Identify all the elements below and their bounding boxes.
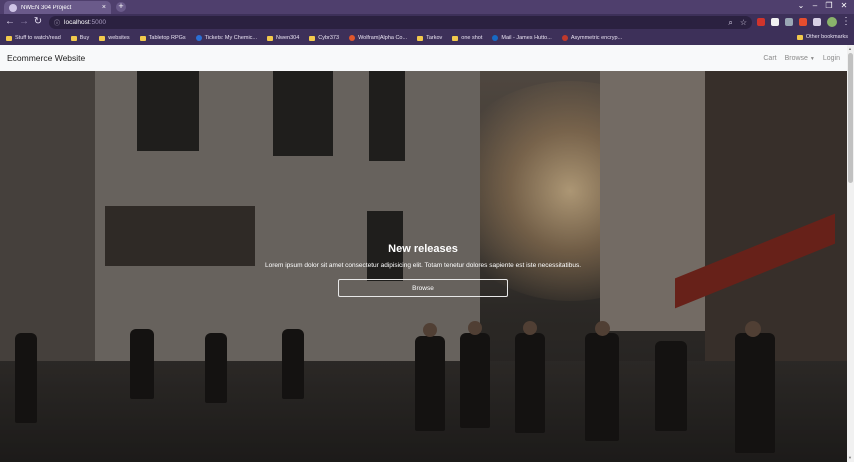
wolfram-icon [349,35,356,41]
minimize-icon[interactable]: – [808,1,822,10]
info-icon[interactable]: ⓘ [54,18,60,27]
tab-title: NWEN 304 Project [21,4,72,11]
folder-icon [6,35,12,41]
extension-icon[interactable] [785,18,793,26]
reload-icon[interactable]: ↻ [32,16,44,27]
extension-icon[interactable] [771,18,779,26]
address-bar[interactable]: ⓘ localhost:5000 ⌕ ☆ [49,16,752,29]
other-bookmarks[interactable]: Other bookmarks [796,34,848,40]
mail-icon [492,35,499,41]
caret-down-icon: ▼ [809,55,815,62]
hero-title: New releases [388,243,458,255]
bookmark-item[interactable]: Tickets: My Chemic... [195,35,257,41]
bookmark-item[interactable]: Nwen304 [267,35,299,41]
nav-browse-dropdown[interactable]: Browse ▼ [785,55,815,62]
tab-strip: NWEN 304 Project × + ⌄ – ❐ ✕ [0,0,854,14]
bookmark-item[interactable]: Buy [70,35,89,41]
restore-icon[interactable]: ❐ [822,1,836,10]
menu-icon[interactable]: ⋮ [840,16,852,27]
browse-button[interactable]: Browse [338,279,508,297]
bookmark-item[interactable]: Asymmetric encryp... [561,35,622,41]
folder-icon [139,35,146,41]
hero-content: New releases Lorem ipsum dolor sit amet … [260,243,586,297]
bookmark-item[interactable]: Stuff to watch/read [6,35,61,41]
folder-icon [452,35,459,41]
extension-icon[interactable] [757,18,765,26]
scroll-up-icon[interactable]: ▲ [848,46,852,51]
new-tab-button[interactable]: + [116,2,126,12]
puzzle-icon[interactable] [813,18,821,26]
folder-icon [99,35,106,41]
bookmark-item[interactable]: Wolfram|Alpha Co... [349,35,407,41]
forward-icon[interactable]: → [18,16,30,27]
scrollbar-thumb[interactable] [848,53,853,183]
url-text: localhost:5000 [64,19,106,26]
folder-icon [417,35,424,41]
bookmark-item[interactable]: Cybr373 [309,35,339,41]
nav-login-link[interactable]: Login [823,55,840,62]
page-scrollbar[interactable]: ▲ ▼ [847,45,854,462]
chevron-down-icon[interactable]: ⌄ [794,1,808,10]
browser-tab[interactable]: NWEN 304 Project × [4,1,111,14]
folder-icon [267,35,274,41]
bookmarks-bar: Stuff to watch/read Buy websites Tableto… [0,31,854,45]
hero-description: Lorem ipsum dolor sit amet consectetur a… [264,262,581,269]
bookmark-page-icon [561,35,568,41]
zoom-icon[interactable]: ⌕ [728,18,732,28]
browser-toolbar: ← → ↻ ⓘ localhost:5000 ⌕ ☆ ⋮ [0,14,854,31]
site-navbar: Ecommerce Website Cart Browse ▼ Login [0,45,847,71]
globe-icon [9,3,17,12]
brand-link[interactable]: Ecommerce Website [7,53,85,63]
close-window-icon[interactable]: ✕ [837,1,851,10]
hero-banner: New releases Lorem ipsum dolor sit amet … [0,71,847,462]
bookmark-item[interactable]: websites [99,35,130,41]
extension-icon[interactable] [799,18,807,26]
nav-links: Cart Browse ▼ Login [763,55,840,62]
close-icon[interactable]: × [102,4,106,11]
bookmark-item[interactable]: one shot [452,35,482,41]
nav-cart-link[interactable]: Cart [763,55,776,62]
avatar[interactable] [827,17,837,27]
star-icon[interactable]: ☆ [740,18,747,28]
bookmark-item[interactable]: Tabletop RPGs [139,35,186,41]
scroll-down-icon[interactable]: ▼ [848,455,852,460]
bookmark-item[interactable]: Mail - James Hutto... [492,35,552,41]
folder-icon [796,34,803,40]
ticket-icon [195,35,202,41]
bookmark-item[interactable]: Tarkov [417,35,442,41]
back-icon[interactable]: ← [4,16,16,27]
folder-icon [309,35,316,41]
folder-icon [70,35,77,41]
